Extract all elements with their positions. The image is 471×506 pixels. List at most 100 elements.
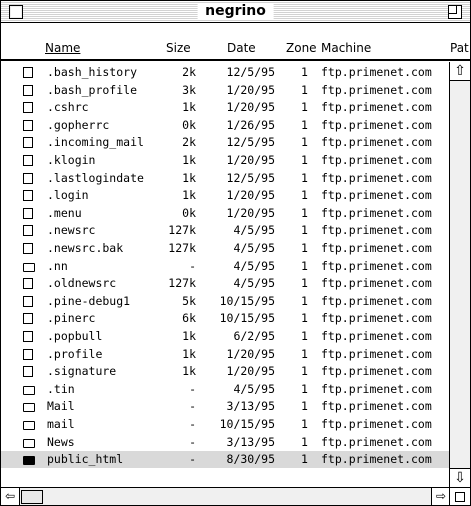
file-size: - bbox=[189, 399, 196, 414]
scroll-left-arrow-icon[interactable]: ⇦ bbox=[1, 488, 20, 505]
file-zone: 1 bbox=[301, 346, 308, 361]
file-name: .popbull bbox=[47, 329, 103, 343]
size-box-icon[interactable] bbox=[449, 488, 470, 505]
file-machine: ftp.primenet.com bbox=[321, 223, 432, 238]
file-date: 1/20/95 bbox=[226, 205, 275, 220]
zoom-box[interactable] bbox=[448, 5, 462, 19]
file-zone: 1 bbox=[301, 241, 308, 255]
file-row[interactable]: .menu 0k 1/20/95 1 ftp.primenet.com bbox=[1, 205, 449, 222]
file-size: 0k bbox=[182, 117, 196, 132]
column-zone-header[interactable]: Zone bbox=[286, 41, 317, 55]
file-row[interactable]: .klogin 1k 1/20/95 1 ftp.primenet.com bbox=[1, 152, 449, 169]
folder-icon bbox=[23, 403, 35, 413]
file-name: .menu bbox=[47, 205, 82, 220]
file-zone: 1 bbox=[301, 381, 308, 396]
window-title: negrino bbox=[197, 3, 274, 19]
file-row[interactable]: .tin - 4/5/95 1 ftp.primenet.com bbox=[1, 381, 449, 398]
file-machine: ftp.primenet.com bbox=[321, 135, 432, 150]
file-row[interactable]: .bash_history 2k 12/5/95 1 ftp.primenet.com bbox=[1, 64, 449, 81]
document-icon bbox=[23, 366, 33, 378]
file-date: 12/5/95 bbox=[226, 65, 275, 79]
file-size: - bbox=[189, 381, 196, 396]
file-machine: ftp.primenet.com bbox=[321, 346, 432, 361]
document-icon bbox=[23, 207, 33, 219]
file-machine: ftp.primenet.com bbox=[321, 329, 432, 343]
file-name: .nn bbox=[47, 258, 68, 273]
file-row[interactable]: .gopherrc 0k 1/26/95 1 ftp.primenet.com bbox=[1, 117, 449, 134]
file-row[interactable]: .pine-debug1 5k 10/15/95 1 ftp.primenet.com bbox=[1, 293, 449, 310]
file-date: 1/20/95 bbox=[226, 100, 275, 115]
file-name: .profile bbox=[47, 346, 103, 361]
file-machine: ftp.primenet.com bbox=[321, 117, 432, 132]
file-zone: 1 bbox=[301, 153, 308, 167]
file-zone: 1 bbox=[301, 135, 308, 150]
horizontal-scroll-thumb[interactable] bbox=[21, 490, 43, 504]
file-date: 6/2/95 bbox=[233, 329, 275, 343]
column-date-header[interactable]: Date bbox=[227, 41, 256, 55]
file-date: 10/15/95 bbox=[219, 293, 275, 308]
file-row[interactable]: .oldnewsrc 127k 4/5/95 1 ftp.primenet.com bbox=[1, 275, 449, 292]
file-name: .klogin bbox=[47, 153, 96, 167]
file-name: public_html bbox=[47, 452, 124, 467]
column-size-header[interactable]: Size bbox=[166, 41, 191, 55]
file-row[interactable]: News - 3/13/95 1 ftp.primenet.com bbox=[1, 434, 449, 451]
file-row[interactable]: .signature 1k 1/20/95 1 ftp.primenet.com bbox=[1, 363, 449, 380]
file-machine: ftp.primenet.com bbox=[321, 381, 432, 396]
file-row[interactable]: .login 1k 1/20/95 1 ftp.primenet.com bbox=[1, 187, 449, 204]
file-row[interactable]: mail - 10/15/95 1 ftp.primenet.com bbox=[1, 416, 449, 433]
file-machine: ftp.primenet.com bbox=[321, 452, 432, 467]
column-name-header[interactable]: Name bbox=[45, 41, 80, 55]
folder-icon bbox=[23, 385, 35, 395]
file-row[interactable]: .newsrc.bak 127k 4/5/95 1 ftp.primenet.com bbox=[1, 240, 449, 257]
file-zone: 1 bbox=[301, 364, 308, 379]
folder-icon bbox=[23, 438, 35, 448]
file-row[interactable]: .cshrc 1k 1/20/95 1 ftp.primenet.com bbox=[1, 99, 449, 116]
document-icon bbox=[23, 278, 33, 290]
file-size: 127k bbox=[168, 223, 196, 238]
scroll-down-arrow-icon[interactable]: ⇩ bbox=[450, 468, 470, 487]
close-box[interactable] bbox=[9, 5, 23, 19]
horizontal-scrollbar[interactable]: ⇦ ⇨ bbox=[1, 487, 470, 505]
scroll-right-arrow-icon[interactable]: ⇨ bbox=[431, 488, 450, 505]
document-icon bbox=[23, 84, 33, 96]
file-zone: 1 bbox=[301, 223, 308, 238]
file-zone: 1 bbox=[301, 293, 308, 308]
document-icon bbox=[23, 137, 33, 149]
file-row[interactable]: Mail - 3/13/95 1 ftp.primenet.com bbox=[1, 398, 449, 415]
file-row[interactable]: .nn - 4/5/95 1 ftp.primenet.com bbox=[1, 258, 449, 275]
document-icon bbox=[23, 102, 33, 114]
file-row[interactable]: .newsrc 127k 4/5/95 1 ftp.primenet.com bbox=[1, 222, 449, 239]
file-size: 3k bbox=[182, 82, 196, 97]
ftp-window: negrino Name Size Date Zone Machine Pat … bbox=[0, 0, 471, 506]
file-row[interactable]: public_html - 8/30/95 1 ftp.primenet.com bbox=[1, 451, 449, 469]
file-zone: 1 bbox=[301, 276, 308, 291]
file-name: .incoming_mail bbox=[47, 135, 144, 150]
file-row[interactable]: .incoming_mail 2k 12/5/95 1 ftp.primenet.com bbox=[1, 134, 449, 151]
column-path-header[interactable]: Pat bbox=[450, 41, 469, 55]
file-row[interactable]: .profile 1k 1/20/95 1 ftp.primenet.com bbox=[1, 346, 449, 363]
file-machine: ftp.primenet.com bbox=[321, 399, 432, 414]
file-row[interactable]: .bash_profile 3k 1/20/95 1 ftp.primenet.com bbox=[1, 82, 449, 99]
document-icon bbox=[23, 295, 33, 307]
file-zone: 1 bbox=[301, 258, 308, 273]
file-machine: ftp.primenet.com bbox=[321, 364, 432, 379]
file-date: 1/20/95 bbox=[226, 153, 275, 167]
file-zone: 1 bbox=[301, 311, 308, 326]
file-zone: 1 bbox=[301, 170, 308, 185]
file-date: 10/15/95 bbox=[219, 417, 275, 431]
vertical-scrollbar[interactable]: ⇧ ⇩ bbox=[449, 62, 470, 487]
file-row[interactable]: .lastlogindate 1k 12/5/95 1 ftp.primenet.com bbox=[1, 170, 449, 187]
file-row[interactable]: .popbull 1k 6/2/95 1 ftp.primenet.com bbox=[1, 328, 449, 345]
file-date: 1/20/95 bbox=[226, 346, 275, 361]
file-size: 2k bbox=[182, 135, 196, 150]
title-bar[interactable]: negrino bbox=[1, 1, 470, 23]
document-icon bbox=[23, 313, 33, 325]
document-icon bbox=[23, 155, 33, 166]
scroll-up-arrow-icon[interactable]: ⇧ bbox=[450, 62, 470, 81]
file-machine: ftp.primenet.com bbox=[321, 100, 432, 115]
file-row[interactable]: .pinerc 6k 10/15/95 1 ftp.primenet.com bbox=[1, 310, 449, 327]
file-name: .oldnewsrc bbox=[47, 276, 117, 291]
file-date: 3/13/95 bbox=[226, 434, 275, 449]
column-machine-header[interactable]: Machine bbox=[321, 41, 371, 55]
file-size: 5k bbox=[182, 293, 196, 308]
